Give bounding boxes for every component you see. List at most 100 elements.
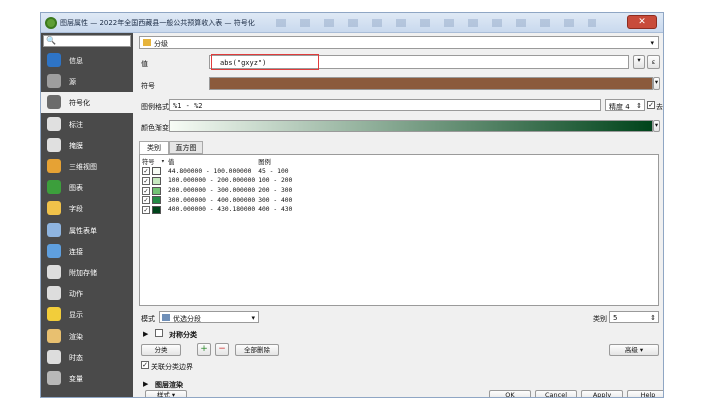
sidebar-item-label: 显示 xyxy=(69,311,83,320)
class-legend: 300 - 400 xyxy=(258,196,293,204)
class-visible-checkbox[interactable]: ✓ xyxy=(142,176,150,185)
advanced-button[interactable]: 高级 ▾ xyxy=(609,344,659,356)
classes-table: 符号 ▾ 值 图例 ✓ 44.800000 - 100.000000 45 - 10… xyxy=(139,154,659,306)
sidebar-item-label: 动作 xyxy=(69,290,83,299)
classes-count-spinbox[interactable]: 5 ⇕ xyxy=(609,311,659,323)
sidebar-item-icon xyxy=(47,265,61,279)
sidebar-item[interactable]: 三维视图 xyxy=(41,156,133,177)
sidebar-item[interactable]: 标注 xyxy=(41,114,133,135)
mode-select[interactable]: 优选分段 ▾ xyxy=(159,311,259,323)
sidebar-item-label: 三维视图 xyxy=(69,163,97,171)
sidebar-item-icon xyxy=(47,159,61,173)
ok-button[interactable]: OK xyxy=(489,390,531,397)
symmetric-checkbox[interactable] xyxy=(155,329,163,337)
class-symbol-swatch[interactable] xyxy=(152,176,161,185)
sidebar-item[interactable]: 属性表单 xyxy=(41,220,133,241)
sidebar-item-icon xyxy=(47,137,61,152)
sidebar-item[interactable]: 字段 xyxy=(41,198,133,219)
expression-button[interactable]: ε xyxy=(647,55,660,69)
layer-render-label: 图层渲染 xyxy=(155,381,183,389)
legend-format-text: %1 - %2 xyxy=(173,102,203,110)
class-visible-checkbox[interactable]: ✓ xyxy=(142,205,150,214)
close-button[interactable]: ✕ xyxy=(627,15,657,29)
class-symbol-swatch[interactable] xyxy=(152,205,161,214)
sidebar-item[interactable]: 动作 xyxy=(41,283,133,304)
title-bar: 图层属性 — 2022年全国西藏县一般公共预算收入表 — 符号化 ✕ xyxy=(41,13,663,33)
sidebar-item[interactable]: 信息 xyxy=(41,50,133,71)
cancel-button[interactable]: Cancel xyxy=(535,390,577,397)
tab-histogram[interactable]: 直方图 xyxy=(169,141,203,154)
class-symbol-swatch[interactable] xyxy=(152,196,161,205)
expand-arrow-icon[interactable]: ▶ xyxy=(143,330,148,338)
sidebar-item-label: 符号化 xyxy=(69,99,90,108)
sidebar-item[interactable]: 附加存储 xyxy=(41,262,133,283)
table-header: 符号 ▾ 值 图例 xyxy=(142,157,292,167)
sidebar-item[interactable]: 显示 xyxy=(41,304,133,325)
class-legend: 100 - 200 xyxy=(258,177,293,185)
sidebar-item[interactable]: 时态 xyxy=(41,347,133,368)
sidebar-item[interactable]: 变量 xyxy=(41,368,133,389)
apply-button[interactable]: Apply xyxy=(581,390,623,397)
help-button[interactable]: Help xyxy=(627,390,663,397)
table-row[interactable]: ✓ 400.000000 - 430.180000 400 - 430 xyxy=(142,205,292,215)
delete-all-button[interactable]: 全部删除 xyxy=(235,344,279,356)
sidebar-item-icon xyxy=(47,53,61,67)
sidebar-item[interactable]: 符号化 xyxy=(41,92,133,114)
field-dropdown-button[interactable]: ▾ xyxy=(633,55,645,69)
advanced-label: 高级 xyxy=(624,346,638,354)
class-visible-checkbox[interactable]: ✓ xyxy=(142,186,150,195)
sidebar-search-input[interactable]: 🔍 xyxy=(43,35,131,47)
sidebar-item-icon xyxy=(47,371,61,385)
table-row[interactable]: ✓ 44.800000 - 100.000000 45 - 100 xyxy=(142,167,292,177)
title-bar-decoration xyxy=(276,19,596,27)
color-ramp-button[interactable] xyxy=(169,120,653,132)
class-visible-checkbox[interactable]: ✓ xyxy=(142,167,150,176)
sidebar-item-icon xyxy=(47,74,61,89)
symmetric-label: 对称分类 xyxy=(169,331,197,339)
class-symbol-swatch[interactable] xyxy=(152,167,161,176)
legend-format-input[interactable]: %1 - %2 xyxy=(169,99,601,111)
expand-arrow-icon[interactable]: ▶ xyxy=(143,380,148,388)
class-value: 400.000000 - 430.180000 xyxy=(168,206,256,214)
sidebar-item[interactable]: 源 xyxy=(41,71,133,92)
symbol-dropdown-icon[interactable]: ▾ xyxy=(653,77,660,90)
sidebar-item-label: 源 xyxy=(69,78,76,87)
sidebar-item-label: 连接 xyxy=(69,247,83,256)
sidebar-item-label: 掩膜 xyxy=(69,141,83,150)
symbol-button[interactable] xyxy=(209,77,653,90)
graduated-icon xyxy=(143,39,151,46)
row-checkbox-cell: ✓ xyxy=(142,205,168,215)
class-legend: 45 - 100 xyxy=(258,167,289,175)
remove-class-button[interactable]: − xyxy=(215,343,229,356)
classes-count-label: 类别 xyxy=(593,315,607,323)
style-button[interactable]: 样式 ▾ xyxy=(145,390,187,397)
chevron-down-icon: ▾ xyxy=(251,314,255,322)
class-symbol-swatch[interactable] xyxy=(152,186,161,195)
class-visible-checkbox[interactable]: ✓ xyxy=(142,196,150,205)
sidebar-item[interactable]: 连接 xyxy=(41,241,133,262)
qgis-logo-icon xyxy=(45,17,57,29)
table-row[interactable]: ✓ 100.000000 - 200.000000 100 - 200 xyxy=(142,176,292,186)
sidebar: 🔍 信息源符号化标注掩膜三维视图图表字段属性表单连接附加存储动作显示渲染时态 变量 xyxy=(41,33,133,397)
sidebar-item-icon xyxy=(47,243,61,258)
add-class-button[interactable]: + xyxy=(197,343,211,356)
tab-bar: 类别 直方图 xyxy=(139,141,659,155)
sidebar-item-label: 渲染 xyxy=(69,332,83,341)
table-row[interactable]: ✓ 200.000000 - 300.000000 200 - 300 xyxy=(142,186,292,196)
trim-label: 去除 xyxy=(656,103,663,111)
sidebar-item[interactable]: 图表 xyxy=(41,177,133,198)
sidebar-item[interactable]: 掩膜 xyxy=(41,135,133,156)
sidebar-item-label: 字段 xyxy=(69,205,83,214)
trim-checkbox[interactable]: ✓ xyxy=(647,101,655,109)
spin-arrows-icon: ⇕ xyxy=(650,314,656,322)
symbol-label: 符号 xyxy=(141,82,155,90)
header-symbol: 符号 xyxy=(142,159,155,167)
tab-classes[interactable]: 类别 xyxy=(139,141,169,154)
precision-spinbox[interactable]: 精度 4 ⇕ xyxy=(605,99,645,111)
sidebar-item[interactable]: 渲染 xyxy=(41,326,133,347)
renderer-select[interactable]: 分级 ▾ xyxy=(139,36,659,49)
color-ramp-dropdown-icon[interactable]: ▾ xyxy=(653,120,660,132)
classify-button[interactable]: 分类 xyxy=(141,344,181,356)
table-row[interactable]: ✓ 300.000000 - 400.000000 300 - 400 xyxy=(142,195,292,205)
link-bounds-checkbox[interactable]: ✓ xyxy=(141,361,149,369)
